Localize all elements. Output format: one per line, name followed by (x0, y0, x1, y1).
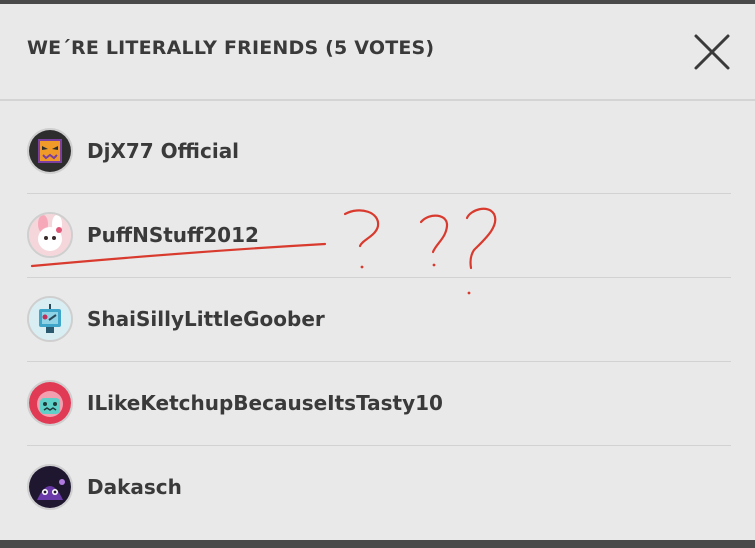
purple-demon-face-avatar[interactable] (27, 128, 73, 174)
dialog-title: WE´RE LITERALLY FRIENDS (5 VOTES) (27, 37, 435, 59)
voter-row[interactable]: ShaiSillyLittleGoober (27, 278, 731, 362)
voter-row[interactable]: Dakasch (27, 446, 731, 529)
voter-name[interactable]: ShaiSillyLittleGoober (87, 307, 325, 331)
voter-name[interactable]: ILikeKetchupBecauseItsTasty10 (87, 391, 443, 415)
dialog-header: WE´RE LITERALLY FRIENDS (5 VOTES) (0, 4, 755, 101)
close-icon[interactable] (690, 30, 734, 74)
pink-bunny-avatar[interactable] (27, 212, 73, 258)
voter-list: DjX77 Official PuffNStuff2012 ShaiSillyL… (27, 110, 731, 529)
voter-name[interactable]: Dakasch (87, 475, 182, 499)
purple-creature-avatar[interactable] (27, 464, 73, 510)
voters-dialog: WE´RE LITERALLY FRIENDS (5 VOTES) DjX77 … (0, 4, 755, 540)
voter-row[interactable]: ILikeKetchupBecauseItsTasty10 (27, 362, 731, 446)
blue-robot-avatar[interactable] (27, 296, 73, 342)
voter-name[interactable]: DjX77 Official (87, 139, 239, 163)
teal-face-red-hood-avatar[interactable] (27, 380, 73, 426)
voter-row[interactable]: PuffNStuff2012 (27, 194, 731, 278)
voter-row[interactable]: DjX77 Official (27, 110, 731, 194)
voter-name[interactable]: PuffNStuff2012 (87, 223, 259, 247)
